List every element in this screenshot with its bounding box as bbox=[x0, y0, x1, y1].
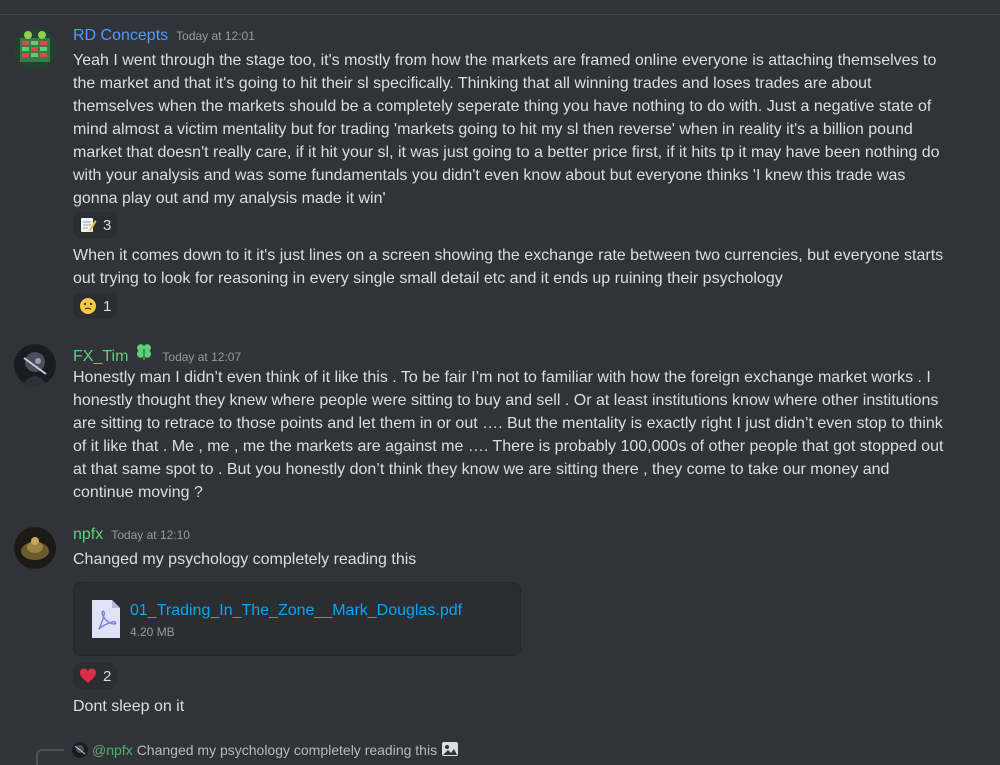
reaction-thinking[interactable]: 1 bbox=[73, 293, 118, 319]
timestamp: Today at 12:07 bbox=[162, 350, 242, 364]
thinking-face-icon bbox=[79, 297, 97, 315]
reaction-count: 3 bbox=[103, 216, 112, 234]
timestamp: Today at 12:01 bbox=[176, 29, 255, 43]
server-booster-icon bbox=[134, 343, 154, 366]
file-name-link[interactable]: 01_Trading_In_The_Zone__Mark_Douglas.pdf bbox=[130, 602, 462, 620]
avatar-fx-tim[interactable] bbox=[14, 344, 56, 386]
reply-avatar bbox=[72, 742, 88, 758]
top-divider bbox=[0, 14, 1000, 15]
reply-text: Changed my psychology completely reading… bbox=[136, 742, 438, 758]
message-header: RD Concepts Today at 12:01 bbox=[73, 27, 255, 49]
username[interactable]: FX_Tim bbox=[73, 348, 128, 366]
message-text: Changed my psychology completely reading… bbox=[73, 551, 417, 568]
message-text: Dont sleep on it bbox=[73, 698, 185, 715]
file-size: 4.20 MB bbox=[130, 625, 175, 639]
memo-icon bbox=[79, 216, 97, 234]
username[interactable]: RD Concepts bbox=[73, 27, 168, 45]
avatar-rd-concepts[interactable] bbox=[14, 28, 56, 70]
message-text: Honestly man I didn’t even think of it l… bbox=[73, 369, 944, 501]
red-heart-icon bbox=[79, 667, 97, 685]
reaction-memo[interactable]: 3 bbox=[73, 212, 118, 238]
pdf-file-icon bbox=[90, 598, 122, 645]
message-header: FX_Tim Today at 12:07 bbox=[73, 343, 241, 365]
image-icon bbox=[441, 741, 459, 760]
reply-preview[interactable]: @npfx Changed my psychology completely r… bbox=[72, 740, 459, 760]
file-attachment[interactable]: 01_Trading_In_The_Zone__Mark_Douglas.pdf… bbox=[73, 582, 521, 656]
username[interactable]: npfx bbox=[73, 526, 103, 544]
message-text: Yeah I went through the stage too, it's … bbox=[73, 52, 940, 207]
reaction-heart[interactable]: 2 bbox=[73, 663, 118, 689]
message-text: When it comes down to it it's just lines… bbox=[73, 247, 944, 287]
reaction-count: 2 bbox=[103, 667, 112, 685]
reply-connector bbox=[36, 749, 64, 765]
avatar-npfx[interactable] bbox=[14, 527, 56, 569]
reply-mention[interactable]: @npfx bbox=[92, 742, 133, 758]
timestamp: Today at 12:10 bbox=[111, 528, 190, 542]
message-header: npfx Today at 12:10 bbox=[73, 526, 190, 548]
reaction-count: 1 bbox=[103, 297, 112, 315]
